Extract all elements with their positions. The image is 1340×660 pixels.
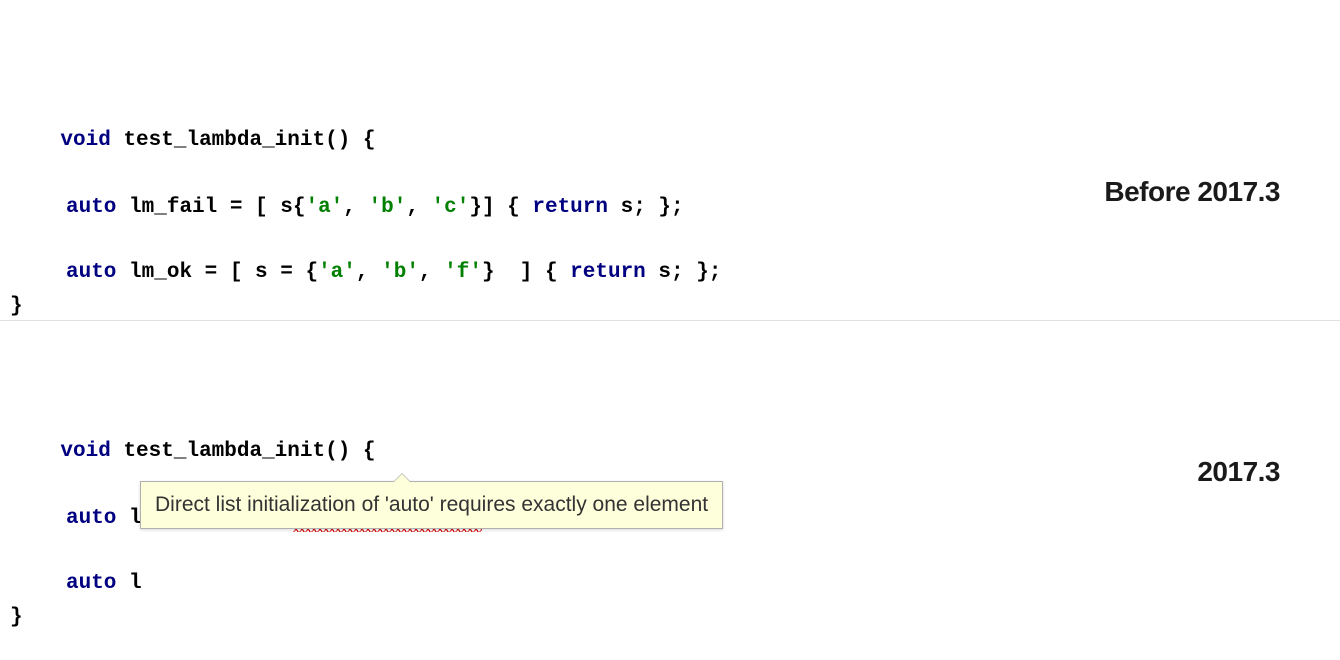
function-name: test_lambda_init [123,440,325,463]
char-literal: 'b' [369,196,407,219]
variable: lm_fail [129,196,217,219]
char-literal: 'c' [432,196,470,219]
punct: = [ s{ [217,196,305,219]
code-panel-after: void test_lambda_init() { auto lm_fail =… [0,321,1340,635]
keyword: return [532,196,608,219]
close-brace: } [10,606,23,629]
punct: () { [325,129,375,152]
char-literal: 'a' [318,261,356,284]
blank-line [10,224,1340,256]
keyword: auto [66,507,116,530]
code-panel-before: void test_lambda_init() { auto lm_fail =… [0,0,1340,320]
keyword: return [570,261,646,284]
code-line[interactable]: auto lm_ok = [ s = {'a', 'b', 'f'} ] { r… [10,256,1340,290]
panel-label-before: Before 2017.3 [1104,170,1280,215]
char-literal: 'b' [381,261,419,284]
code-line[interactable]: auto l [10,567,1340,601]
code-line[interactable]: } [10,290,1340,324]
variable: l [129,572,142,595]
keyword: auto [66,572,116,595]
blank-line [10,535,1340,567]
punct: () { [325,440,375,463]
keyword: auto [66,261,116,284]
close-brace: } [10,295,23,318]
error-tooltip: Direct list initialization of 'auto' req… [140,481,723,529]
punct: = [ s = { [192,261,318,284]
keyword: void [60,440,110,463]
function-name: test_lambda_init [123,129,325,152]
keyword: void [60,129,110,152]
variable: lm_ok [129,261,192,284]
code-line[interactable]: } [10,601,1340,635]
char-literal: 'f' [444,261,482,284]
keyword: auto [66,196,116,219]
char-literal: 'a' [305,196,343,219]
tooltip-text: Direct list initialization of 'auto' req… [155,493,708,516]
panel-label-after: 2017.3 [1197,450,1280,495]
